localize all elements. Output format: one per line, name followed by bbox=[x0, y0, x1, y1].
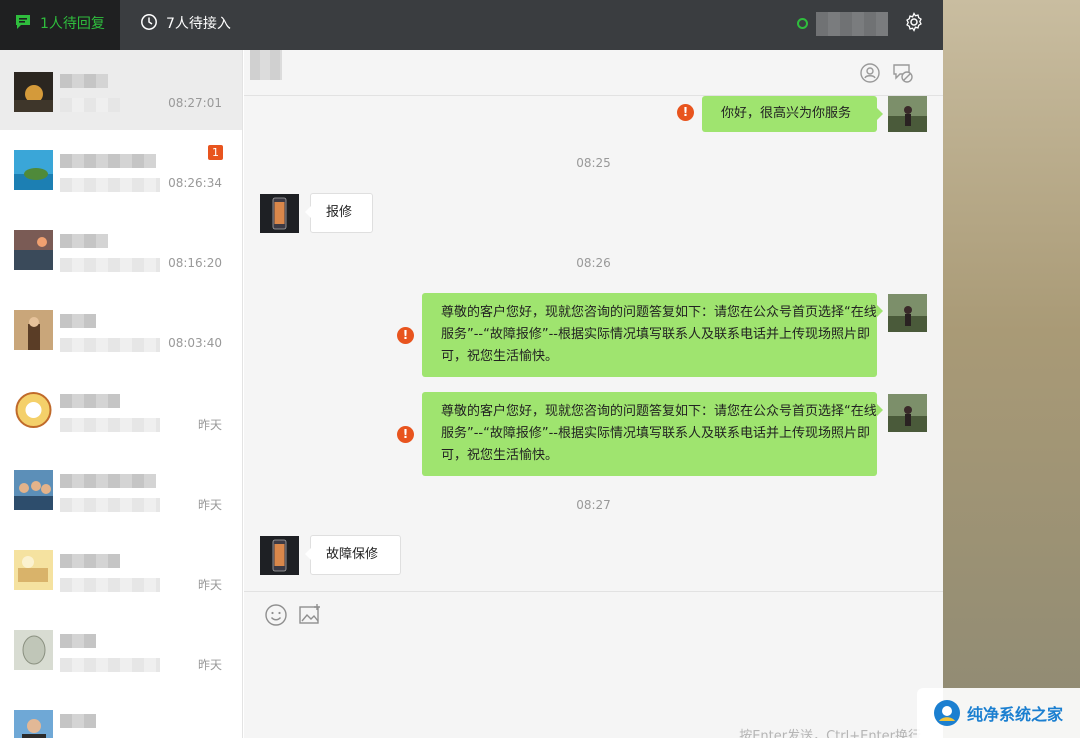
customer-service-window: 1人待回复 7人待接入 08:27:01 1 08:26:34 08:16:20… bbox=[0, 0, 943, 738]
customer-avatar bbox=[260, 536, 299, 575]
conversation-item[interactable]: 08:16:20 bbox=[0, 210, 242, 290]
send-hint: 按Enter发送，Ctrl+Enter换行 bbox=[739, 729, 921, 738]
tab-pending-reply[interactable]: 1人待回复 bbox=[0, 0, 120, 50]
avatar bbox=[14, 310, 53, 350]
conversation-time: 08:27:01 bbox=[168, 96, 222, 110]
conversation-item[interactable]: 1 08:26:34 bbox=[0, 130, 242, 210]
outgoing-message-bubble: 你好，很高兴为你服务 bbox=[702, 96, 883, 132]
customer-avatar bbox=[260, 194, 299, 233]
tab-pending-accept-label: 7人待接入 bbox=[166, 16, 231, 32]
last-message-redacted bbox=[60, 178, 160, 192]
chat-header bbox=[244, 50, 943, 96]
last-message-redacted bbox=[60, 98, 120, 112]
last-message-redacted bbox=[60, 338, 160, 352]
send-failed-icon[interactable]: ! bbox=[677, 104, 694, 121]
send-failed-icon[interactable]: ! bbox=[397, 426, 414, 443]
conversation-item[interactable]: 08:27:01 bbox=[0, 50, 242, 130]
contact-name-redacted bbox=[60, 714, 96, 728]
timestamp: 08:25 bbox=[576, 156, 611, 170]
last-message-redacted bbox=[60, 658, 160, 672]
top-bar: 1人待回复 7人待接入 bbox=[0, 0, 943, 50]
avatar bbox=[14, 390, 53, 430]
gear-icon[interactable] bbox=[903, 11, 925, 33]
conversation-time: 08:03:40 bbox=[168, 336, 222, 350]
incoming-message-bubble: 报修 bbox=[305, 193, 373, 233]
agent-avatar bbox=[888, 96, 927, 132]
avatar bbox=[14, 72, 53, 112]
message-list: ! 你好，很高兴为你服务 08:25 报修 08:26 ! 尊敬的客户您好，现就… bbox=[244, 96, 943, 591]
site-watermark: 纯净系统之家 bbox=[917, 688, 1080, 738]
contact-name-redacted bbox=[60, 314, 96, 328]
end-session-icon[interactable] bbox=[892, 62, 914, 84]
tab-pending-reply-label: 1人待回复 bbox=[40, 16, 105, 32]
conversation-time: 昨天 bbox=[197, 578, 222, 592]
contact-name-redacted bbox=[60, 154, 156, 168]
conversation-item[interactable] bbox=[0, 690, 242, 738]
avatar bbox=[14, 150, 53, 190]
watermark-text: 纯净系统之家 bbox=[967, 705, 1064, 724]
conversation-item[interactable]: 昨天 bbox=[0, 370, 242, 450]
watermark-logo-icon bbox=[934, 700, 960, 726]
conversation-item[interactable]: 昨天 bbox=[0, 530, 242, 610]
conversation-time: 08:26:34 bbox=[168, 176, 222, 190]
agent-name-redacted bbox=[816, 12, 888, 36]
conversation-time: 昨天 bbox=[197, 658, 222, 672]
chat-bubble-icon bbox=[16, 15, 30, 29]
outgoing-message-bubble: 尊敬的客户您好，现就您咨询的问题答复如下：请您在公众号首页选择“在线服务”--“… bbox=[422, 293, 883, 377]
conversation-item[interactable]: 08:03:40 bbox=[0, 290, 242, 370]
tab-pending-accept[interactable]: 7人待接入 bbox=[120, 0, 280, 50]
message-composer: 按Enter发送，Ctrl+Enter换行 bbox=[244, 591, 943, 738]
avatar bbox=[14, 630, 53, 670]
avatar bbox=[14, 470, 53, 510]
conversation-time: 昨天 bbox=[197, 498, 222, 512]
conversation-list: 08:27:01 1 08:26:34 08:16:20 08:03:40 昨天… bbox=[0, 50, 243, 738]
contact-name-redacted bbox=[60, 74, 108, 88]
send-failed-icon[interactable]: ! bbox=[397, 327, 414, 344]
conversation-time: 08:16:20 bbox=[168, 256, 222, 270]
transfer-user-icon[interactable] bbox=[859, 62, 881, 84]
agent-avatar bbox=[888, 294, 927, 332]
chat-panel: ! 你好，很高兴为你服务 08:25 报修 08:26 ! 尊敬的客户您好，现就… bbox=[244, 50, 943, 738]
avatar bbox=[14, 550, 53, 590]
avatar bbox=[14, 230, 53, 270]
outgoing-message-bubble: 尊敬的客户您好，现就您咨询的问题答复如下：请您在公众号首页选择“在线服务”--“… bbox=[422, 392, 883, 476]
clock-icon bbox=[141, 14, 157, 30]
chat-contact-name-redacted bbox=[250, 50, 282, 80]
message-input[interactable] bbox=[254, 632, 934, 722]
contact-name-redacted bbox=[60, 234, 108, 248]
conversation-item[interactable]: 昨天 bbox=[0, 450, 242, 530]
timestamp: 08:27 bbox=[576, 498, 611, 512]
incoming-message-bubble: 故障保修 bbox=[305, 535, 401, 575]
last-message-redacted bbox=[60, 498, 160, 512]
conversation-item[interactable]: 昨天 bbox=[0, 610, 242, 690]
avatar bbox=[14, 710, 53, 738]
online-status-indicator[interactable] bbox=[797, 18, 808, 29]
image-upload-icon[interactable] bbox=[298, 603, 322, 627]
last-message-redacted bbox=[60, 578, 160, 592]
last-message-redacted bbox=[60, 418, 160, 432]
timestamp: 08:26 bbox=[576, 256, 611, 270]
contact-name-redacted bbox=[60, 474, 156, 488]
contact-name-redacted bbox=[60, 554, 120, 568]
last-message-redacted bbox=[60, 258, 160, 272]
contact-name-redacted bbox=[60, 634, 96, 648]
contact-name-redacted bbox=[60, 394, 120, 408]
emoji-icon[interactable] bbox=[264, 603, 288, 627]
unread-badge: 1 bbox=[208, 145, 223, 160]
agent-avatar bbox=[888, 394, 927, 432]
conversation-time: 昨天 bbox=[197, 418, 222, 432]
